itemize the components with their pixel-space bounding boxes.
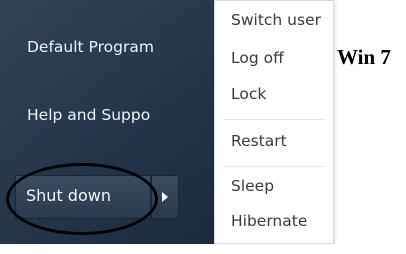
menu-item-help-and-support[interactable]: Help and Suppo [27, 106, 215, 124]
shut-down-options-button[interactable] [151, 175, 179, 219]
shut-down-label: Shut down [26, 186, 111, 205]
start-menu-right-pane: Default Program Help and Suppo Shut down [0, 0, 214, 254]
menu-item-sleep[interactable]: Sleep [231, 177, 274, 195]
shut-down-button[interactable]: Shut down [15, 175, 151, 219]
menu-separator [223, 119, 325, 120]
menu-item-default-programs[interactable]: Default Program [27, 38, 215, 56]
power-options-menu: Switch user Log off Lock Restart Sleep H… [214, 0, 334, 244]
menu-item-lock[interactable]: Lock [231, 85, 266, 103]
menu-item-hibernate[interactable]: Hibernate [231, 212, 307, 230]
bottom-border [0, 244, 406, 254]
chevron-right-icon [162, 192, 168, 202]
menu-item-switch-user[interactable]: Switch user [231, 11, 321, 29]
menu-item-restart[interactable]: Restart [231, 132, 287, 150]
os-version-label: Win 7 [337, 45, 391, 69]
menu-item-log-off[interactable]: Log off [231, 49, 284, 67]
menu-separator [223, 166, 325, 167]
